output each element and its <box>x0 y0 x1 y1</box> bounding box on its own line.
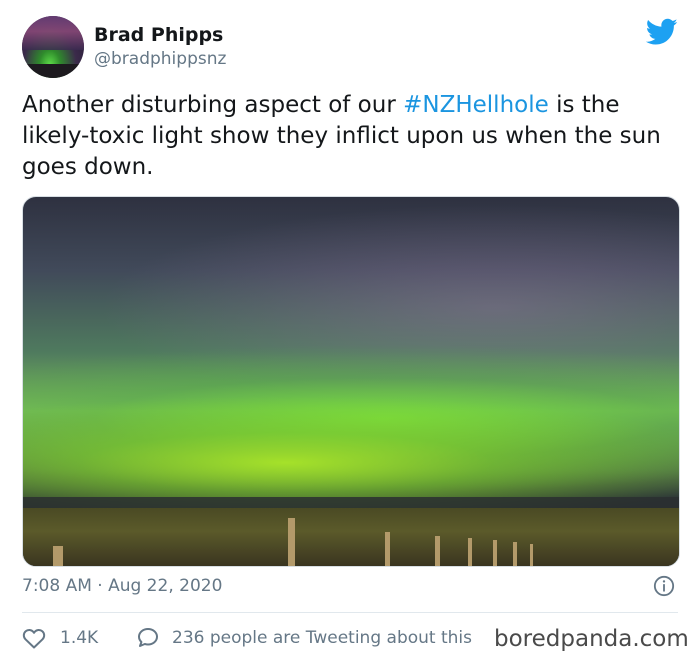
fence-post <box>468 538 472 566</box>
tweet-photo[interactable] <box>22 196 680 567</box>
avatar-sky <box>22 16 84 51</box>
fence-post <box>385 532 390 566</box>
fence-post <box>288 518 295 566</box>
tweet-card: Brad Phipps @bradphippsnz Another distur… <box>0 0 700 667</box>
fence-post <box>53 546 63 566</box>
avatar[interactable] <box>22 16 84 78</box>
display-name[interactable]: Brad Phipps <box>94 24 223 46</box>
like-count[interactable]: 1.4K <box>60 628 98 648</box>
user-handle[interactable]: @bradphippsnz <box>94 49 226 69</box>
photo-ground <box>23 508 679 566</box>
divider <box>22 612 678 613</box>
tweeting-count-link[interactable]: 236 people are Tweeting about this <box>172 628 472 648</box>
watermark: boredpanda.com <box>490 626 693 652</box>
fence-post <box>530 544 533 566</box>
heart-icon[interactable] <box>22 627 46 649</box>
fence-post <box>513 542 517 566</box>
avatar-land <box>22 64 84 78</box>
tweet-text: Another disturbing aspect of our #NZHell… <box>22 90 682 183</box>
fence-post <box>435 536 440 566</box>
info-icon[interactable] <box>653 575 675 597</box>
tweet-text-before: Another disturbing aspect of our <box>22 92 404 118</box>
hashtag-link[interactable]: #NZHellhole <box>403 92 549 118</box>
tweet-timestamp[interactable]: 7:08 AM · Aug 22, 2020 <box>22 576 222 596</box>
speech-bubble-icon[interactable] <box>136 626 160 650</box>
fence-post <box>493 540 497 566</box>
twitter-bird-icon[interactable] <box>646 18 678 46</box>
